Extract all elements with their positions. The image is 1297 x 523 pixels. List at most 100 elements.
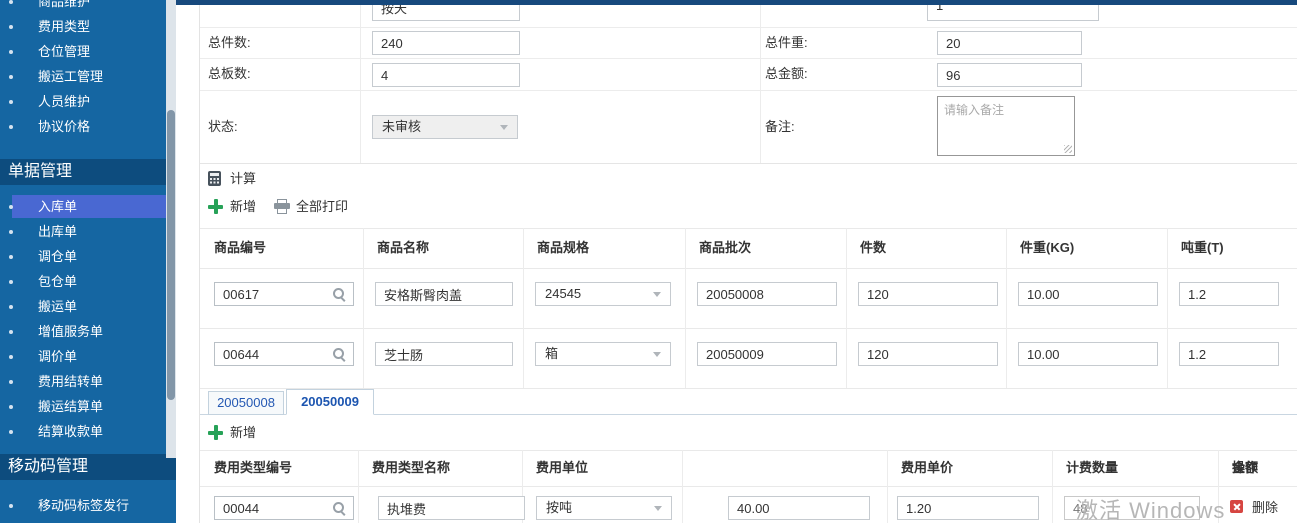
col-header-fee-unit: 费用单位 <box>536 450 588 486</box>
bullet-icon <box>9 25 13 29</box>
plus-icon <box>208 425 223 440</box>
total-amount-label: 总金额: <box>765 58 808 90</box>
product-batch-input[interactable] <box>697 342 837 366</box>
sidebar-item-agreement-price[interactable]: 协议价格 <box>0 114 176 139</box>
status-select[interactable]: 未审核 <box>372 115 518 139</box>
status-label: 状态: <box>208 90 238 163</box>
bullet-icon <box>9 305 13 309</box>
tab-batch-20050008[interactable]: 20050008 <box>208 391 284 415</box>
sidebar-item-handling-order[interactable]: 搬运单 <box>0 294 176 319</box>
product-weight-input[interactable] <box>1018 342 1158 366</box>
divider <box>887 450 888 523</box>
sidebar-item-settle-receipt-order[interactable]: 结算收款单 <box>0 419 176 444</box>
bullet-icon <box>9 504 13 508</box>
bullet-icon <box>9 75 13 79</box>
divider <box>200 486 1297 487</box>
sidebar-item-goods-maintain[interactable]: 商品维护 <box>0 0 176 14</box>
sidebar-item-fee-carryover-order[interactable]: 费用结转单 <box>0 369 176 394</box>
col-header-fee-code: 费用类型编号 <box>214 450 292 486</box>
product-code-search[interactable] <box>214 342 354 366</box>
sidebar-item-porter-manage[interactable]: 搬运工管理 <box>0 64 176 89</box>
divider <box>200 58 1297 59</box>
divider <box>1167 228 1168 388</box>
top-strip <box>176 0 1297 5</box>
divider <box>682 450 683 523</box>
sidebar-item-value-added-order[interactable]: 增值服务单 <box>0 319 176 344</box>
sidebar: 商品维护 费用类型 仓位管理 搬运工管理 人员维护 协议价格 单据管理 入库单 … <box>0 0 176 523</box>
product-spec-select[interactable]: 24545 <box>535 282 671 306</box>
divider <box>685 228 686 388</box>
total-amount-input[interactable] <box>937 63 1082 87</box>
app-window: 商品维护 费用类型 仓位管理 搬运工管理 人员维护 协议价格 单据管理 入库单 … <box>0 0 1297 523</box>
main-content: 包库费收费类型: 按天 包库费收费单价: 1 总件数: 总件重: 总板数: 总金… <box>200 0 1297 523</box>
fee-qty-input[interactable] <box>897 496 1039 520</box>
product-batch-input[interactable] <box>697 282 837 306</box>
sidebar-item-fee-type[interactable]: 费用类型 <box>0 14 176 39</box>
tab-batch-20050009[interactable]: 20050009 <box>286 389 374 415</box>
col-header-fee-price: 费用单价 <box>901 450 953 486</box>
total-pallets-input[interactable] <box>372 63 520 87</box>
fee-name-input[interactable] <box>378 496 525 520</box>
search-icon[interactable] <box>333 502 346 515</box>
calculator-icon <box>208 171 221 186</box>
col-header-ton-weight: 吨重(T) <box>1181 228 1224 268</box>
bullet-icon <box>9 255 13 259</box>
sidebar-item-transfer-order[interactable]: 调仓单 <box>0 244 176 269</box>
sidebar-item-staff-maintain[interactable]: 人员维护 <box>0 89 176 114</box>
sidebar-item-price-adjust-order[interactable]: 调价单 <box>0 344 176 369</box>
delete-icon <box>1230 500 1243 513</box>
plus-icon <box>208 199 223 214</box>
remark-textarea[interactable] <box>937 96 1075 156</box>
activate-windows-watermark: 激活 Windows <box>1076 493 1225 523</box>
product-name-input[interactable] <box>375 282 513 306</box>
sidebar-item-warehouse-rent-order[interactable]: 包仓单 <box>0 269 176 294</box>
search-icon[interactable] <box>333 348 346 361</box>
product-spec-select[interactable]: 箱 <box>535 342 671 366</box>
fee-unit-select[interactable]: 按吨 <box>536 496 672 520</box>
divider <box>200 328 1297 329</box>
bullet-icon <box>9 50 13 54</box>
sidebar-section-mobile-code: 移动码管理 <box>0 454 176 480</box>
search-icon[interactable] <box>333 288 346 301</box>
total-pieces-label: 总件数: <box>208 27 251 58</box>
product-qty-input[interactable] <box>858 342 998 366</box>
col-header-product-name: 商品名称 <box>377 228 429 268</box>
col-header-product-spec: 商品规格 <box>537 228 589 268</box>
sidebar-scrollbar-thumb[interactable] <box>167 110 175 400</box>
total-piece-weight-input[interactable] <box>937 31 1082 55</box>
total-pallets-label: 总板数: <box>208 58 251 90</box>
divider <box>846 228 847 388</box>
product-ton-input[interactable] <box>1179 342 1279 366</box>
product-qty-input[interactable] <box>858 282 998 306</box>
chevron-down-icon <box>653 292 661 297</box>
bullet-icon <box>9 355 13 359</box>
fee-price-input[interactable] <box>728 496 870 520</box>
sidebar-item-mobile-code-label[interactable]: 移动码标签发行 <box>0 493 176 518</box>
product-weight-input[interactable] <box>1018 282 1158 306</box>
product-name-input[interactable] <box>375 342 513 366</box>
divider <box>1006 228 1007 388</box>
col-header-qty: 件数 <box>860 228 886 268</box>
total-pieces-input[interactable] <box>372 31 520 55</box>
sidebar-item-outbound-order[interactable]: 出库单 <box>0 219 176 244</box>
col-header-product-batch: 商品批次 <box>699 228 751 268</box>
bullet-icon <box>9 125 13 129</box>
divider <box>523 228 524 388</box>
bullet-icon <box>9 100 13 104</box>
bullet-icon <box>9 330 13 334</box>
col-header-action: 操作 <box>1232 450 1258 486</box>
bullet-icon <box>9 405 13 409</box>
sidebar-item-handling-settle-order[interactable]: 搬运结算单 <box>0 394 176 419</box>
bullet-icon <box>9 0 13 4</box>
fee-code-search[interactable] <box>214 496 354 520</box>
divider <box>200 163 1297 164</box>
chevron-down-icon <box>653 352 661 357</box>
sidebar-item-bin-manage[interactable]: 仓位管理 <box>0 39 176 64</box>
resize-handle-icon[interactable] <box>1064 145 1072 153</box>
col-header-product-code: 商品编号 <box>214 228 266 268</box>
product-ton-input[interactable] <box>1179 282 1279 306</box>
product-code-search[interactable] <box>214 282 354 306</box>
col-header-piece-weight: 件重(KG) <box>1020 228 1074 268</box>
divider <box>760 0 761 163</box>
sidebar-item-inbound-order[interactable]: 入库单 <box>0 194 176 219</box>
